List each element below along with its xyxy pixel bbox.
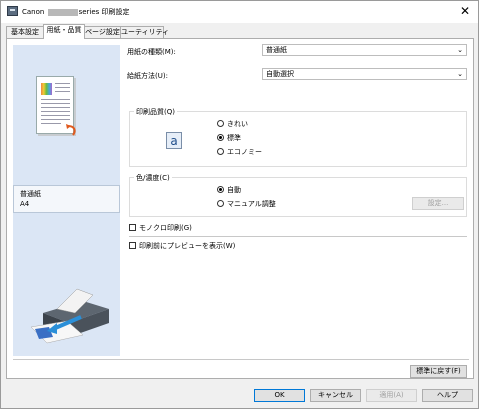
grayscale-checkbox[interactable]: モノクロ印刷(G): [129, 223, 192, 233]
photo-thumbnail-icon: [41, 83, 52, 95]
color-auto-label: 自動: [227, 186, 241, 194]
tab-panel: 普通紙 A4 用紙の種類(M): 普通紙 ⌄ 給紙方法(U): 自動選択 ⌄ 印…: [6, 38, 474, 379]
paper-preview: [17, 67, 76, 136]
tab-utility[interactable]: ユーティリティ: [120, 26, 169, 38]
restore-defaults-button[interactable]: 標準に戻す(F): [410, 365, 467, 378]
radio-indicator: [217, 148, 224, 155]
printer-illustration-icon: [30, 288, 109, 344]
help-button[interactable]: ヘルプ: [422, 389, 473, 402]
divider: [129, 236, 467, 237]
quality-economy-label: エコノミー: [227, 148, 262, 156]
quality-letter-icon: a: [166, 132, 182, 149]
print-quality-title: 印刷品質(Q): [134, 107, 177, 117]
color-manual-label: マニュアル調整: [227, 200, 276, 208]
paper-size-text: A4: [20, 200, 30, 208]
apply-button[interactable]: 適用(A): [366, 389, 417, 402]
paper-info-box: 普通紙 A4: [13, 185, 120, 213]
paper-name-text: 普通紙: [20, 190, 41, 198]
quality-high-label: きれい: [227, 120, 248, 128]
quality-high-radio[interactable]: きれい: [217, 119, 248, 129]
radio-indicator: [217, 120, 224, 127]
title-prefix: Canon: [22, 8, 45, 16]
quality-icon-letter: a: [170, 134, 177, 148]
redacted-model-name: [47, 8, 78, 16]
checkbox-indicator: [129, 224, 136, 231]
print-quality-group: 印刷品質(Q) a きれい 標準 エコノミー: [129, 107, 467, 167]
color-settings-button[interactable]: 設定...: [412, 197, 464, 210]
title-suffix: series 印刷設定: [78, 8, 130, 16]
paper-source-value: 自動選択: [266, 70, 294, 78]
radio-indicator: [217, 200, 224, 207]
print-settings-window: Canon series 印刷設定 ✕ 基本設定 用紙・品質 ページ設定 ユーテ…: [0, 0, 479, 409]
preview-checkbox[interactable]: 印刷前にプレビューを表示(W): [129, 241, 235, 251]
grayscale-label: モノクロ印刷(G): [139, 224, 192, 232]
media-type-label: 用紙の種類(M):: [127, 48, 176, 56]
close-icon[interactable]: ✕: [460, 4, 470, 18]
title-bar: Canon series 印刷設定 ✕: [1, 1, 478, 23]
color-auto-radio[interactable]: 自動: [217, 185, 241, 195]
radio-indicator: [217, 134, 224, 141]
tab-paper-quality[interactable]: 用紙・品質: [43, 24, 85, 39]
media-type-select[interactable]: 普通紙 ⌄: [262, 44, 467, 56]
quality-economy-radio[interactable]: エコノミー: [217, 147, 262, 157]
chevron-down-icon: ⌄: [457, 70, 463, 78]
radio-indicator: [217, 186, 224, 193]
tab-basic-settings[interactable]: 基本設定: [6, 26, 44, 38]
chevron-down-icon: ⌄: [457, 46, 463, 54]
checkbox-indicator: [129, 242, 136, 249]
feed-direction-arrow-icon: [66, 124, 76, 136]
cancel-button[interactable]: キャンセル: [310, 389, 361, 402]
color-intensity-group: 色/濃度(C) 自動 マニュアル調整 設定...: [129, 173, 467, 217]
color-intensity-title: 色/濃度(C): [134, 173, 172, 183]
color-manual-radio[interactable]: マニュアル調整: [217, 199, 276, 209]
preview-label: 印刷前にプレビューを表示(W): [139, 242, 236, 250]
tab-page-setup[interactable]: ページ設定: [84, 26, 121, 38]
printer-app-icon: [7, 6, 18, 16]
quality-standard-label: 標準: [227, 134, 241, 142]
divider: [13, 359, 469, 360]
preview-panel: 普通紙 A4: [13, 45, 120, 356]
media-type-value: 普通紙: [266, 46, 287, 54]
ok-button[interactable]: OK: [254, 389, 305, 402]
quality-standard-radio[interactable]: 標準: [217, 133, 241, 143]
paper-source-label: 給紙方法(U):: [127, 72, 168, 80]
paper-source-select[interactable]: 自動選択 ⌄: [262, 68, 467, 80]
window-title: Canon series 印刷設定: [22, 7, 130, 17]
